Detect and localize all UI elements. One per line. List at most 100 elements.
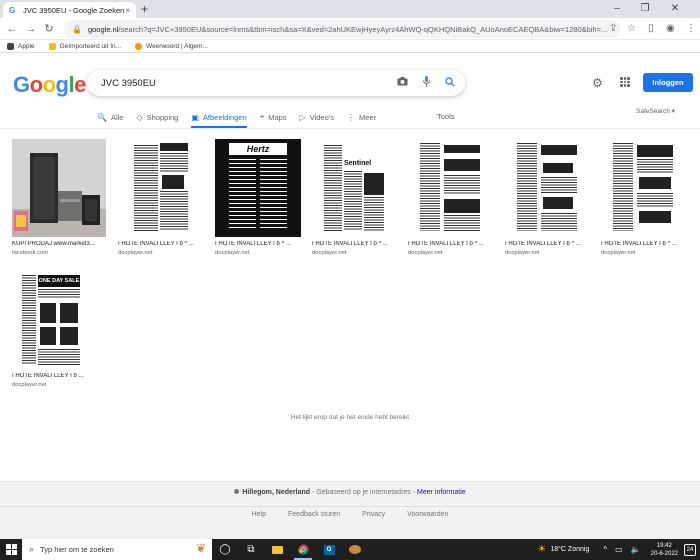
tab-shopping[interactable]: ◇ Shopping — [136, 110, 178, 124]
browser-tab[interactable]: G JVC 3950EU - Google Zoeken × — [3, 2, 136, 18]
result-title[interactable]: I HOTE INVALI LLEY I b ^ ... — [312, 241, 398, 247]
result-thumbnail[interactable] — [601, 139, 687, 237]
microphone-icon[interactable] — [417, 76, 435, 90]
image-result[interactable]: Sentinel I HOTE INVALI LLEY I b ^ ... do… — [312, 139, 398, 256]
forward-icon[interactable]: → — [24, 21, 38, 37]
file-explorer-icon[interactable] — [264, 539, 290, 560]
result-title[interactable]: I HOTE INVALI LLEY I b ^ ... — [408, 241, 494, 247]
bookmark-item[interactable]: Weerwoord | Algem... — [135, 42, 208, 50]
search-box[interactable]: JVC 3950EU — [87, 70, 465, 96]
notifications-icon[interactable]: 24 — [684, 543, 696, 556]
image-result[interactable]: I HOTE INVALI LLEY I b ^ ... docplayer.n… — [505, 139, 591, 256]
result-source[interactable]: docplayer.net — [505, 250, 591, 256]
result-source[interactable]: docplayer.net — [12, 382, 90, 388]
taskbar-search-box[interactable]: ⌕ Typ hier om te zoeken ❦ — [22, 539, 212, 560]
result-source[interactable]: docplayer.net — [408, 250, 494, 256]
taskbar-clock[interactable]: 19:42 20-6-2022 — [651, 542, 678, 558]
profile-icon[interactable]: ◉ — [666, 22, 675, 36]
result-title[interactable]: I HOTE INVALI LLEY I b ^ ... — [215, 241, 301, 247]
footer-link-feedback[interactable]: Feedback sturen — [288, 511, 340, 518]
side-panel-icon[interactable]: ▯ — [648, 22, 654, 36]
map-pin-icon: ⌖ — [259, 112, 265, 121]
search-icon[interactable] — [441, 76, 459, 90]
cortana-icon[interactable]: ◯ — [212, 539, 238, 560]
sign-in-button[interactable]: Inloggen — [643, 73, 693, 92]
close-window-icon[interactable]: ✕ — [664, 0, 686, 18]
tab-images[interactable]: ▣ Afbeeldingen — [191, 110, 248, 128]
weather-site-icon — [135, 42, 143, 50]
play-icon: ▷ — [299, 112, 306, 122]
result-thumbnail[interactable] — [505, 139, 591, 237]
bookmark-item[interactable]: Geïmporteerd uit In... — [48, 42, 121, 50]
search-input[interactable]: JVC 3950EU — [101, 78, 393, 89]
bookmark-item[interactable]: Apple — [7, 42, 35, 50]
photo-app-icon[interactable] — [342, 539, 368, 560]
tab-close-icon[interactable]: × — [125, 6, 130, 15]
result-title[interactable]: I HOTE INVALI LLEY I b ^ ... — [505, 241, 591, 247]
more-vertical-icon: ⋮ — [346, 112, 355, 122]
settings-gear-icon[interactable]: ⚙ — [592, 76, 603, 90]
image-result[interactable]: KUPI PRODAJ www.market3... facebook.com — [12, 139, 106, 256]
result-title[interactable]: KUPI PRODAJ www.market3... — [12, 241, 106, 247]
tab-maps[interactable]: ⌖ Maps — [260, 110, 287, 124]
page-footer: Hillegom, Nederland - Gebaseerd op je in… — [0, 481, 700, 539]
result-title[interactable]: I HOTE INVALI LLEY I b ^ ... — [118, 241, 204, 247]
result-thumbnail[interactable] — [408, 139, 494, 237]
network-icon[interactable]: ▭ — [615, 545, 623, 554]
task-view-icon[interactable]: ⧉ — [238, 539, 264, 560]
address-bar[interactable]: 🔒 google.nl /search?q=JVC+3950EU&source=… — [64, 20, 620, 38]
search-icon: 🔍 — [97, 112, 107, 122]
google-logo[interactable]: Google — [13, 72, 86, 98]
image-icon: ▣ — [191, 112, 199, 122]
share-icon[interactable]: ⇪ — [609, 22, 617, 36]
result-thumbnail[interactable]: ONE DAY SALE — [12, 271, 90, 369]
tab-all[interactable]: 🔍 Alle — [97, 110, 123, 124]
windows-start-icon[interactable] — [0, 539, 22, 560]
result-source[interactable]: docplayer.net — [118, 250, 204, 256]
maximize-window-icon[interactable]: ❐ — [634, 0, 656, 18]
outlook-icon[interactable]: O — [316, 539, 342, 560]
footer-link-privacy[interactable]: Privacy — [362, 511, 385, 518]
result-title[interactable]: I HOTE INVALI LLEY I b ^ ... — [601, 241, 687, 247]
result-source[interactable]: docplayer.net — [601, 250, 687, 256]
reload-icon[interactable]: ↻ — [42, 21, 56, 37]
weather-widget[interactable]: ☀ 18°C Zonnig — [537, 544, 589, 555]
image-result[interactable]: I HOTE INVALI LLEY I b ^ ... docplayer.n… — [118, 139, 204, 256]
chrome-taskbar-icon[interactable] — [290, 539, 316, 560]
image-result[interactable]: Hertz I HOTE INVALI LLEY I b ^ ... docpl… — [215, 139, 301, 256]
result-thumbnail[interactable]: Sentinel — [312, 139, 398, 237]
back-icon[interactable]: ← — [5, 21, 19, 37]
speaker-icon[interactable]: 🔈 — [631, 545, 641, 554]
camera-icon[interactable] — [393, 77, 411, 89]
browser-menu-icon[interactable]: ⋮ — [686, 22, 696, 36]
footer-link-terms[interactable]: Voorwaarden — [407, 511, 448, 518]
result-source[interactable]: docplayer.net — [312, 250, 398, 256]
more-info-link[interactable]: Meer informatie — [417, 489, 466, 496]
google-apps-icon[interactable] — [620, 77, 630, 87]
image-result[interactable]: ONE DAY SALE I HOTE INVALI LLEY I b ... … — [12, 271, 90, 388]
minimize-window-icon[interactable]: – — [606, 0, 628, 18]
tools-button[interactable]: Tools — [437, 112, 455, 121]
result-thumbnail[interactable]: Hertz — [215, 139, 301, 237]
sun-icon: ☀ — [537, 544, 547, 555]
location-dot-icon — [234, 489, 240, 494]
result-source[interactable]: docplayer.net — [215, 250, 301, 256]
browser-tab-strip: G JVC 3950EU - Google Zoeken × + – ❐ ✕ — [0, 0, 700, 18]
result-thumbnail[interactable] — [118, 139, 204, 237]
new-tab-button[interactable]: + — [141, 2, 148, 16]
result-title[interactable]: I HOTE INVALI LLEY I b ... — [12, 373, 90, 379]
bookmark-star-icon[interactable]: ☆ — [627, 22, 636, 36]
footer-link-help[interactable]: Help — [252, 511, 266, 518]
tab-videos[interactable]: ▷ Video's — [300, 110, 334, 124]
image-result[interactable]: I HOTE INVALI LLEY I b ^ ... docplayer.n… — [408, 139, 494, 256]
newspaper-headline: Hertz — [229, 143, 287, 155]
chevron-up-icon[interactable]: ^ — [603, 545, 607, 554]
footer-links: Help Feedback sturen Privacy Voorwaarden — [0, 511, 700, 518]
tag-icon: ◇ — [136, 112, 143, 122]
tab-more[interactable]: ⋮ Meer — [347, 110, 376, 124]
result-source[interactable]: facebook.com — [12, 250, 106, 256]
safesearch-dropdown[interactable]: SafeSearch ▾ — [636, 107, 675, 115]
image-result[interactable]: I HOTE INVALI LLEY I b ^ ... docplayer.n… — [601, 139, 687, 256]
footer-location: Hillegom, Nederland - Gebaseerd op je in… — [0, 489, 700, 496]
result-thumbnail[interactable] — [12, 139, 106, 237]
